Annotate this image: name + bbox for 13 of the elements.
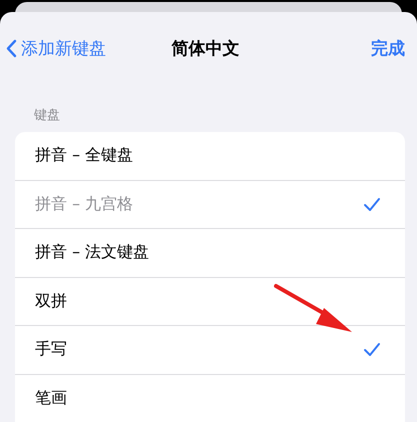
keyboard-label: 双拼 <box>35 290 67 312</box>
keyboard-label: 拼音 – 九宫格 <box>35 194 134 215</box>
page-title: 简体中文 <box>172 38 240 60</box>
chevron-left-icon <box>6 38 17 58</box>
section-header: 键盘 <box>34 107 61 124</box>
keyboard-label: 手写 <box>35 339 67 360</box>
done-button[interactable]: 完成 <box>371 36 405 60</box>
keyboard-row[interactable]: 拼音 – 全键盘 <box>15 132 405 180</box>
keyboard-row[interactable]: 拼音 – 法文键盘 <box>15 229 405 278</box>
keyboard-row[interactable]: 笔画 <box>15 374 405 422</box>
keyboard-label: 拼音 – 法文键盘 <box>35 242 150 264</box>
keyboard-label: 笔画 <box>35 388 67 409</box>
keyboard-label: 拼音 – 全键盘 <box>35 145 134 166</box>
